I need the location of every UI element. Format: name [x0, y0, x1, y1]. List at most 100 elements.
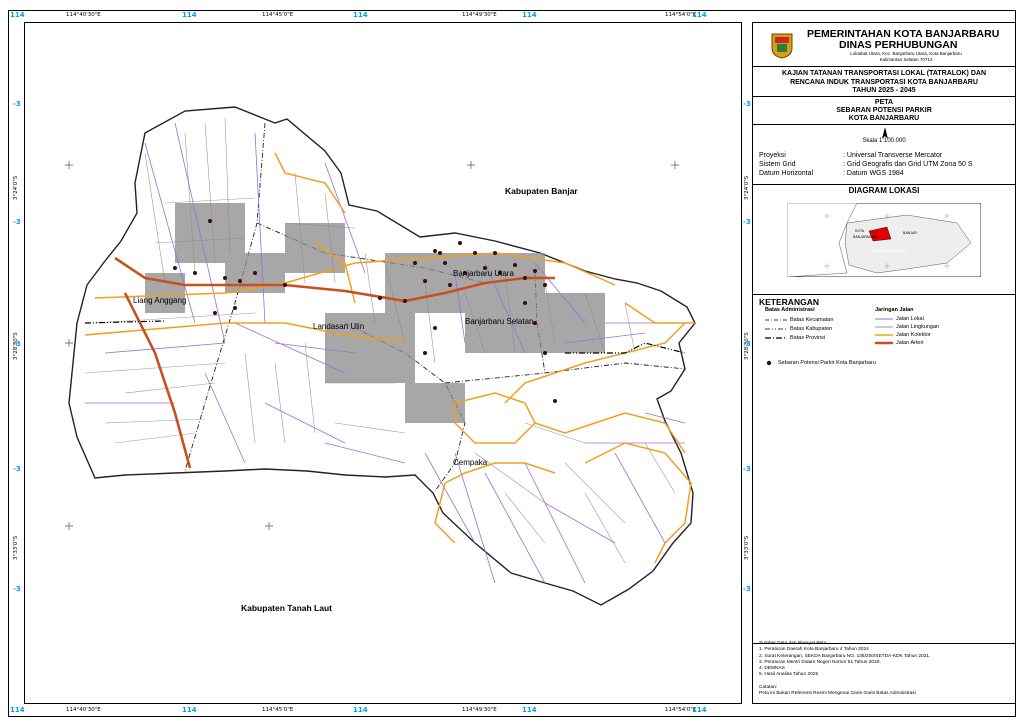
- scale-section: Skala 1:100.000: [753, 125, 1015, 149]
- right-big-3: -3: [743, 340, 751, 348]
- diagram-label-banjarmasin: BANJARMASIN: [853, 235, 878, 239]
- projection-key: Proyeksi: [759, 152, 786, 159]
- legend-jalan-lokal-label: Jalan Lokal: [896, 316, 924, 322]
- legend-title: KETERANGAN: [759, 297, 819, 307]
- top-big-3: 114: [353, 11, 368, 19]
- city-emblem-icon: [771, 33, 793, 59]
- label-liang-anggang: Liang Anggang: [133, 296, 187, 305]
- legend-jalan-lingkungan: Jalan Lingkungan: [875, 324, 939, 330]
- right-big-1: -3: [743, 100, 751, 108]
- left-big-1: -3: [13, 100, 21, 108]
- projection-value: : Universal Transverse Mercator: [843, 152, 943, 159]
- map-title-line1: PETA: [874, 99, 894, 106]
- top-big-4: 114: [522, 11, 537, 19]
- project-line2: RENCANA INDUK TRANSPORTASI KOTA BANJARBA…: [790, 78, 978, 86]
- label-banjarbaru-utara: Banjarbaru Utara: [453, 269, 514, 278]
- right-big-2: -3: [743, 218, 751, 226]
- legend-batas-kabupaten-label: Batas Kabupaten: [790, 326, 833, 332]
- left-lat-1: 3°24'0"S: [13, 175, 19, 200]
- legend-parking-point: Sebaran Potensi Parkir Kota Banjarbaru: [765, 360, 876, 366]
- org-name-line2: DINAS PERHUBUNGAN: [839, 39, 958, 51]
- top-big-2: 114: [182, 11, 197, 19]
- datum-value: : Datum WGS 1984: [843, 170, 904, 177]
- legend-jalan-lokal: Jalan Lokal: [875, 316, 924, 322]
- kabupaten-line-icon: [765, 328, 787, 330]
- note-item-2: 2. Surat Keterangan, SEKDA Banjarbaru NO…: [759, 653, 931, 659]
- legend-jalan-lingkungan-label: Jalan Lingkungan: [896, 324, 940, 330]
- label-kabupaten-banjar: Kabupaten Banjar: [505, 186, 578, 196]
- diagram-title: DIAGRAM LOKASI: [848, 186, 920, 195]
- map-title-line2: SEBARAN POTENSI PARKIR: [836, 107, 932, 114]
- grid-value: : Grid Geografis dan Grid UTM Zona 50 S: [843, 161, 973, 168]
- projection-row: Proyeksi : Universal Transverse Mercator: [759, 151, 1015, 160]
- legend-road-title: Jaringan Jalan: [875, 307, 914, 313]
- grid-row: Sistem Grid : Grid Geografis dan Grid UTM…: [759, 160, 1015, 169]
- project-line3: TAHUN 2025 - 2045: [852, 87, 916, 94]
- projection-info-rows: Proyeksi: Universal Transverse Mercator …: [753, 147, 1015, 183]
- lingkungan-line-icon: [875, 326, 893, 328]
- location-diagram: DIAGRAM LOKASI KOTA BANJARMASIN BANJAR K…: [753, 183, 1015, 295]
- diagram-label-kota: KOTA: [855, 229, 865, 233]
- left-big-2: -3: [13, 218, 21, 226]
- lokal-line-icon: [875, 318, 893, 320]
- map-title-line3: KOTA BANJARBARU: [848, 115, 920, 122]
- legend-batas-provinsi-label: Batas Provinsi: [790, 335, 826, 341]
- catatan-text: Peta ini Bukan Referensi Resmi Mengenai …: [759, 691, 916, 697]
- right-lat-3: 3°33'0"S: [744, 535, 750, 560]
- left-big-5: -3: [13, 585, 21, 593]
- org-address: Loktabat Utara, Kec. Banjarbaru Utara, K…: [811, 51, 1001, 63]
- map-canvas[interactable]: Kabupaten Banjar Kabupaten Tanah Laut Li…: [24, 22, 742, 704]
- legend-batas-provinsi: Batas Provinsi: [765, 335, 825, 341]
- bottom-coord-2: 114°45'0"E: [262, 707, 294, 713]
- diagram-label-highlight: KOTA BANJARBARU: [871, 249, 907, 253]
- top-coord-3: 114°49'30"E: [462, 12, 497, 18]
- label-banjarbaru-selatan: Banjarbaru Selatan: [465, 317, 534, 326]
- legend-batas-kecamatan-label: Batas Kecamatan: [790, 317, 834, 323]
- diagram-label-banjar: BANJAR: [903, 231, 917, 235]
- left-lat-3: 3°33'0"S: [13, 535, 19, 560]
- top-coord-2: 114°45'0"E: [262, 12, 294, 18]
- datum-key: Datum Horizontal: [759, 170, 814, 177]
- top-big-5: 114: [692, 11, 707, 19]
- project-title: KAJIAN TATANAN TRANSPORTASI LOKAL (TATRA…: [753, 67, 1015, 97]
- source-notes: Sumber Data dan Riwayat Peta : 1. Peratu…: [759, 641, 930, 697]
- arteri-line-icon: [875, 341, 893, 345]
- map-title: PETA SEBARAN POTENSI PARKIR KOTA BANJARB…: [753, 97, 1015, 125]
- right-big-5: -3: [743, 585, 751, 593]
- bottom-coord-1: 114°40'30"E: [66, 707, 101, 713]
- label-landasan-ulin: Landasan Ulin: [313, 322, 365, 331]
- header: PEMERINTAHAN KOTA BANJARBARU DINAS PERHU…: [753, 23, 1015, 67]
- legend-admin-title: Batas Administrasi: [765, 307, 815, 313]
- left-big-4: -3: [13, 465, 21, 473]
- bottom-big-5: 114: [692, 706, 707, 714]
- bottom-big-4: 114: [522, 706, 537, 714]
- label-cempaka: Cempaka: [453, 458, 488, 467]
- legend-jalan-kolektor: Jalan Kolektor: [875, 332, 931, 338]
- bottom-big-2: 114: [182, 706, 197, 714]
- legend-panel: PEMERINTAHAN KOTA BANJARBARU DINAS PERHU…: [752, 22, 1016, 704]
- right-big-4: -3: [743, 465, 751, 473]
- legend-jalan-arteri-label: Jalan Arteri: [896, 340, 924, 346]
- datum-row: Datum Horizontal : Datum WGS 1984: [759, 169, 1015, 178]
- provinsi-line-icon: [765, 337, 787, 339]
- project-line1: KAJIAN TATANAN TRANSPORTASI LOKAL (TATRA…: [781, 70, 987, 77]
- parking-point-icon: [766, 360, 772, 366]
- label-kabupaten-tanah-laut: Kabupaten Tanah Laut: [241, 603, 332, 613]
- bottom-big-3: 114: [353, 706, 368, 714]
- map-svg: [65, 106, 696, 606]
- right-lat-1: 3°24'0"S: [744, 175, 750, 200]
- left-big-3: -3: [13, 340, 21, 348]
- legend-batas-kecamatan: Batas Kecamatan: [765, 317, 833, 323]
- address-line2: Kalimantan Selatan 70714: [879, 57, 933, 62]
- bottom-coord-3: 114°49'30"E: [462, 707, 497, 713]
- top-coord-1: 114°40'30"E: [66, 12, 101, 18]
- location-inset-map: [787, 203, 981, 277]
- legend-jalan-arteri: Jalan Arteri: [875, 340, 924, 346]
- kolektor-line-icon: [875, 334, 893, 336]
- top-big-1: 114: [10, 11, 25, 19]
- legend-batas-kabupaten: Batas Kabupaten: [765, 326, 832, 332]
- kecamatan-line-icon: [765, 319, 787, 321]
- scale-text: Skala 1:100.000: [862, 138, 906, 144]
- bottom-big-1: 114: [10, 706, 25, 714]
- grid-key: Sistem Grid: [759, 161, 796, 168]
